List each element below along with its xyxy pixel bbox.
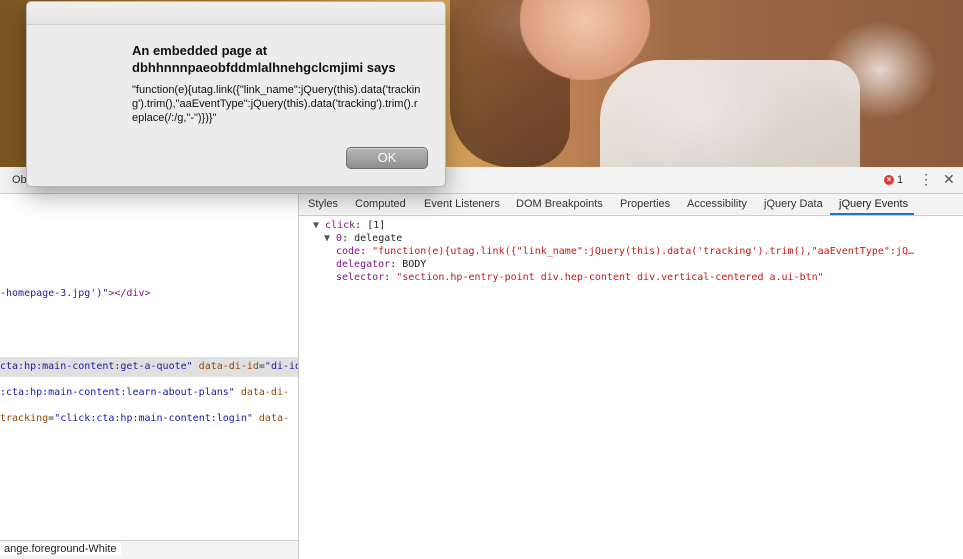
photo-shirt-region xyxy=(600,60,860,167)
expand-triangle-icon[interactable]: ▼ xyxy=(313,220,325,231)
error-count: 1 xyxy=(897,174,904,186)
expand-triangle-icon[interactable]: ▼ xyxy=(324,233,336,244)
sidebar-tabs: Styles Computed Event Listeners DOM Brea… xyxy=(299,194,963,216)
error-icon: × xyxy=(884,175,894,185)
event-row-item[interactable]: ▼ 0: delegate xyxy=(324,233,402,244)
tab-computed[interactable]: Computed xyxy=(355,198,406,210)
ok-button[interactable]: OK xyxy=(346,147,428,169)
active-tab-indicator xyxy=(830,213,914,215)
close-devtools-icon[interactable]: ✕ xyxy=(943,171,955,188)
more-options-icon[interactable]: ⋮ xyxy=(919,172,933,186)
event-prop-code: code: "function(e){utag.link({"link_name… xyxy=(336,246,914,257)
alert-dialog: An embedded page at dbhhnnnpaeobfddmlalh… xyxy=(26,1,446,187)
tab-jquery-events[interactable]: jQuery Events xyxy=(839,198,908,210)
devtools-panel-tab[interactable]: Ob xyxy=(12,174,27,186)
event-row-click[interactable]: ▼ click: [1] xyxy=(313,220,385,231)
tab-jquery-data[interactable]: jQuery Data xyxy=(764,198,823,210)
tab-dom-breakpoints[interactable]: DOM Breakpoints xyxy=(516,198,603,210)
dialog-heading: An embedded page at dbhhnnnpaeobfddmlalh… xyxy=(132,43,396,75)
dialog-message: "function(e){utag.link({"link_name":jQue… xyxy=(132,84,421,124)
event-prop-selector: selector: "section.hp-entry-point div.he… xyxy=(336,272,824,283)
tab-accessibility[interactable]: Accessibility xyxy=(687,198,747,210)
breadcrumb-item[interactable]: ange.foreground-White xyxy=(0,543,121,555)
breadcrumb-bar: ange.foreground-White xyxy=(0,540,298,559)
tab-event-listeners[interactable]: Event Listeners xyxy=(424,198,500,210)
dom-line[interactable]: :cta:hp:main-content:learn-about-plans" … xyxy=(0,387,289,398)
dom-line-selected[interactable]: cta:hp:main-content:get-a-quote" data-di… xyxy=(0,361,298,372)
dom-line[interactable]: tracking="click:cta:hp:main-content:logi… xyxy=(0,413,289,424)
dom-line[interactable]: -homepage-3.jpg')"></div> xyxy=(0,288,151,299)
error-counter[interactable]: × 1 xyxy=(884,174,903,186)
tab-styles[interactable]: Styles xyxy=(308,198,338,210)
tab-properties[interactable]: Properties xyxy=(620,198,670,210)
event-prop-delegator: delegator: BODY xyxy=(336,259,427,270)
sidebar-pane: Styles Computed Event Listeners DOM Brea… xyxy=(299,194,963,559)
elements-panel: -homepage-3.jpg')"></div> cta:hp:main-co… xyxy=(0,194,299,559)
dialog-titlebar xyxy=(27,2,445,25)
